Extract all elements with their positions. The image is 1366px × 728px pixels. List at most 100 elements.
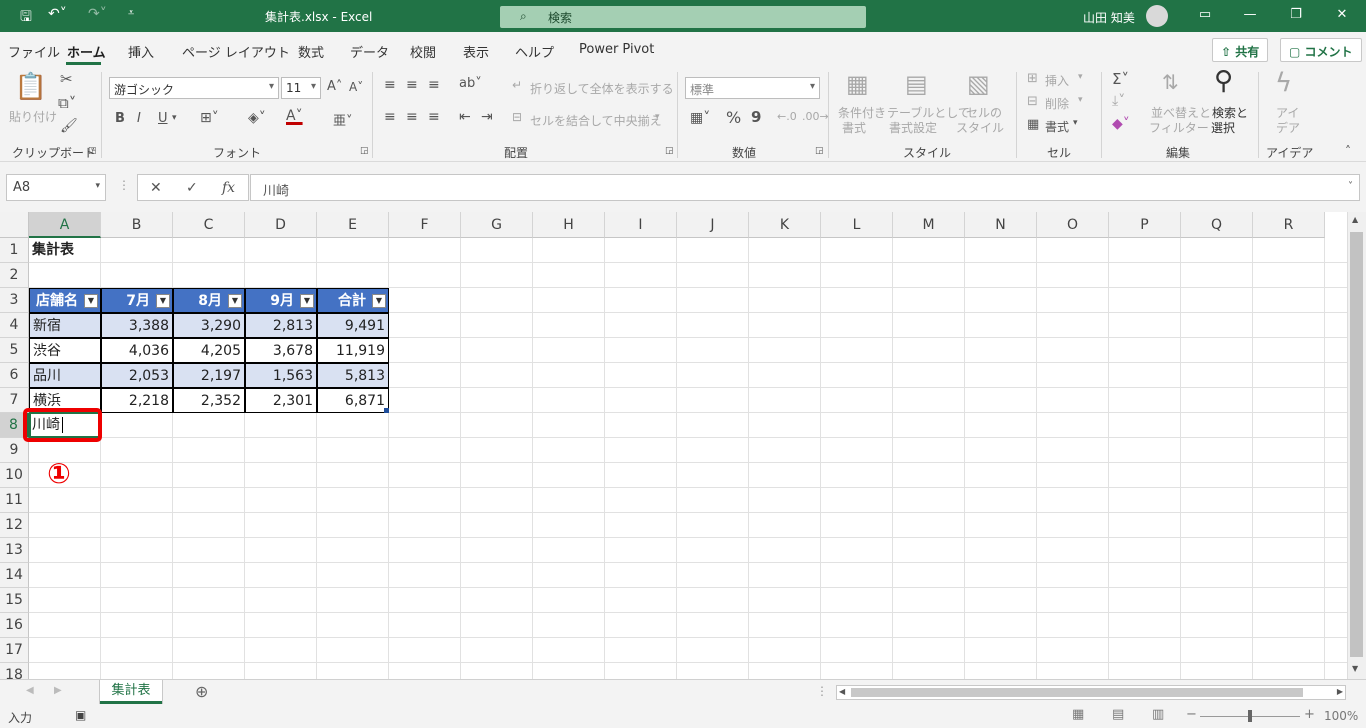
tab-file[interactable]: ファイル (8, 42, 60, 61)
table-cell[interactable]: 6,871 (317, 388, 389, 413)
page-break-view-icon[interactable]: ▥ (1152, 707, 1164, 722)
cancel-icon[interactable]: ✕ (150, 180, 162, 196)
column-header-f[interactable]: F (389, 212, 461, 238)
increase-indent-icon[interactable]: ⇥ (481, 109, 493, 125)
column-header-m[interactable]: M (893, 212, 965, 238)
fill-color-icon[interactable]: ◈˅ (248, 110, 266, 126)
column-header-c[interactable]: C (173, 212, 245, 238)
name-box[interactable]: A8 ▾ (6, 174, 106, 201)
enter-icon[interactable]: ✓ (186, 180, 198, 196)
scroll-left-icon[interactable]: ◀ (839, 687, 845, 696)
table-cell[interactable]: 3,678 (245, 338, 317, 363)
tab-page-layout[interactable]: ページ レイアウト (182, 42, 290, 61)
scroll-thumb[interactable] (1350, 232, 1363, 657)
find-select-label-2[interactable]: 選択 (1211, 119, 1235, 136)
column-header-q[interactable]: Q (1181, 212, 1253, 238)
insert-cells-icon[interactable]: ⊞ (1027, 71, 1038, 86)
tab-insert[interactable]: 挿入 (128, 42, 154, 61)
fill-icon[interactable]: ⤓˅ (1112, 93, 1125, 109)
find-select-icon[interactable]: ⚲ (1214, 68, 1233, 94)
table-cell[interactable]: 2,218 (101, 388, 173, 413)
grow-font-icon[interactable]: A˄ (327, 79, 342, 94)
row-header-15[interactable]: 15 (0, 588, 29, 613)
comma-button[interactable]: 9 (751, 108, 761, 126)
format-cells-icon[interactable]: ▦ (1027, 117, 1039, 132)
chevron-down-icon[interactable]: ▾ (1073, 118, 1078, 128)
phonetic-icon[interactable]: 亜˅ (333, 110, 353, 129)
font-color-icon[interactable]: A˅ (286, 108, 303, 124)
row-header-14[interactable]: 14 (0, 563, 29, 588)
cut-icon[interactable]: ✂ (60, 70, 73, 88)
increase-decimal-icon[interactable]: ←.0 (777, 110, 797, 123)
table-cell[interactable]: 3,388 (101, 313, 173, 338)
row-header-11[interactable]: 11 (0, 488, 29, 513)
dialog-launcher-icon[interactable]: ◲ (665, 146, 674, 156)
table-resize-handle[interactable] (384, 408, 389, 413)
copy-icon[interactable]: ⧉˅ (58, 94, 76, 112)
avatar[interactable] (1146, 5, 1168, 27)
row-header-6[interactable]: 6 (0, 363, 29, 388)
scroll-up-icon[interactable]: ▲ (1352, 215, 1358, 224)
normal-view-icon[interactable]: ▦ (1072, 707, 1084, 722)
filter-dropdown-icon[interactable]: ▼ (372, 294, 386, 308)
next-sheet-icon[interactable]: ▶ (54, 685, 62, 696)
tab-review[interactable]: 校閲 (410, 42, 436, 61)
worksheet-grid[interactable]: ABCDEFGHIJKLMNOPQR 1 2 3 4 5 6 7 8 9 10 11 12 13 14 15… (0, 212, 1347, 679)
column-header-o[interactable]: O (1037, 212, 1109, 238)
column-header-l[interactable]: L (821, 212, 893, 238)
cell-styles-label-2[interactable]: スタイル (956, 119, 1004, 136)
scroll-down-icon[interactable]: ▼ (1352, 664, 1358, 673)
row-header-12[interactable]: 12 (0, 513, 29, 538)
table-cell[interactable]: 2,053 (101, 363, 173, 388)
font-name-select[interactable]: 游ゴシック ▾ (109, 77, 279, 99)
row-header-18[interactable]: 18 (0, 663, 29, 679)
decrease-decimal-icon[interactable]: .00→ (802, 110, 829, 123)
column-header-h[interactable]: H (533, 212, 605, 238)
user-name[interactable]: 山田 知美 (1083, 9, 1135, 26)
currency-icon[interactable]: ▦˅ (690, 110, 710, 126)
table-cell[interactable]: 2,352 (173, 388, 245, 413)
chevron-down-icon[interactable]: ▾ (1078, 95, 1083, 105)
tab-help[interactable]: ヘルプ (515, 42, 554, 61)
align-right-icon[interactable]: ≡ (428, 109, 440, 125)
tab-formulas[interactable]: 数式 (298, 42, 324, 61)
orientation-icon[interactable]: ab˅ (459, 76, 482, 91)
column-header-i[interactable]: I (605, 212, 677, 238)
table-cell[interactable]: 5,813 (317, 363, 389, 388)
column-header-e[interactable]: E (317, 212, 389, 238)
wrap-text-icon[interactable]: ↵ (512, 78, 522, 92)
tab-view[interactable]: 表示 (463, 42, 489, 61)
share-button[interactable]: ⇧ 共有 (1212, 38, 1269, 62)
conditional-formatting-icon[interactable]: ▦ (846, 72, 869, 96)
table-cell[interactable]: 品川 (29, 363, 101, 388)
cell-a1-title[interactable]: 集計表 (29, 238, 109, 263)
underline-button[interactable]: U (158, 111, 168, 126)
customize-quick-access-icon[interactable]: ⩡ (128, 6, 134, 20)
table-cell[interactable]: 11,919 (317, 338, 389, 363)
chevron-down-icon[interactable]: ▾ (172, 113, 177, 123)
table-cell[interactable]: 4,205 (173, 338, 245, 363)
decrease-indent-icon[interactable]: ⇤ (459, 109, 471, 125)
bold-button[interactable]: B (115, 111, 125, 126)
merge-center-icon[interactable]: ⊟ (512, 110, 522, 124)
filter-dropdown-icon[interactable]: ▼ (228, 294, 242, 308)
align-middle-icon[interactable]: ≡ (406, 77, 418, 93)
row-header-16[interactable]: 16 (0, 613, 29, 638)
ribbon-display-icon[interactable]: ▭ (1195, 7, 1215, 22)
page-layout-view-icon[interactable]: ▤ (1112, 707, 1124, 722)
redo-icon[interactable]: ↷˅ (88, 6, 107, 22)
zoom-in-icon[interactable]: + (1304, 707, 1315, 722)
column-header-d[interactable]: D (245, 212, 317, 238)
sort-filter-label-2[interactable]: フィルター (1149, 119, 1209, 136)
paste-icon[interactable]: 📋 (14, 74, 48, 106)
format-as-table-icon[interactable]: ▤ (905, 72, 928, 96)
scroll-thumb[interactable] (851, 688, 1303, 697)
paste-label[interactable]: 貼り付け (9, 108, 57, 125)
expand-formula-bar-icon[interactable]: ˅ (1348, 181, 1353, 192)
minimize-icon[interactable]: — (1240, 7, 1260, 22)
table-cell[interactable]: 新宿 (29, 313, 101, 338)
row-header-2[interactable]: 2 (0, 263, 29, 288)
cell-styles-icon[interactable]: ▧ (967, 72, 990, 96)
align-left-icon[interactable]: ≡ (384, 109, 396, 125)
table-cell[interactable]: 渋谷 (29, 338, 101, 363)
